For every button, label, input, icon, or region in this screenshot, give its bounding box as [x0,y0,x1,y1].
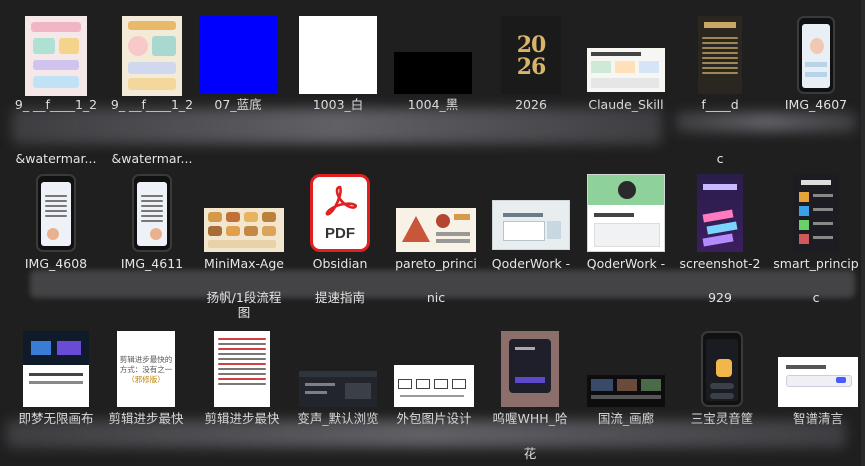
file-item[interactable]: 外包图片设计 [386,325,482,426]
thumbnail-flow [394,365,474,407]
file-item[interactable]: 1004_黑 [385,0,481,120]
file-item[interactable]: 剪辑进步最快的 方式：没有之一 （邪修版） 剪辑进步最快 [98,325,194,426]
file-explorer-icon-grid: 9_ __f____1_2 &watermar... 9_ __f____1_2… [0,0,865,466]
thumbnail-solid-white [299,16,377,94]
thumbnail-app-green [587,174,665,252]
file-item[interactable]: IMG_4608 [8,170,104,271]
thumbnail-dark-ui [299,371,377,407]
vertical-scrollbar[interactable] [861,0,865,466]
redaction-blur [6,420,846,448]
card-text-line: （邪修版） [127,375,165,384]
thumbnail-solid-blue [199,16,277,94]
file-item[interactable]: IMG_4611 [104,170,200,271]
redaction-blur [676,112,856,132]
thumbnail-dark-collage [587,375,665,407]
file-item[interactable]: 智谱清言 [770,325,865,426]
file-name: &watermar... [111,151,193,166]
file-item[interactable]: 变声_默认浏览 [290,325,386,426]
thumbnail-text-card: 剪辑进步最快的 方式：没有之一 （邪修版） [117,331,175,407]
file-name: QoderWork - [491,256,571,271]
pdf-label: PDF [325,225,355,242]
thumbnail-solid-black [394,52,472,94]
file-item[interactable]: QoderWork - [483,170,579,271]
redaction-blur [12,108,662,144]
file-name: IMG_4607 [784,97,848,112]
file-item[interactable]: f____d c [672,0,768,170]
file-item[interactable]: QoderWork - [578,170,674,271]
file-name: QoderWork - [586,256,666,271]
thumbnail-slide [587,48,665,92]
file-name: screenshot-2 [679,256,761,271]
file-name: c [716,151,724,166]
thumbnail-dark-banner [23,331,89,407]
thumbnail-photo-screen [501,331,559,407]
thumbnail-chat [778,357,858,407]
file-name: 图 [237,305,251,320]
acrobat-logo-icon [325,185,358,216]
thumbnail-app-window [492,200,570,250]
file-item[interactable]: 三宝灵音筐 [674,325,770,426]
thumbnail-phone-purple [697,174,743,252]
thumbnail-gold-2026: 2026 [501,16,561,94]
file-item[interactable]: 剪辑进步最快 [194,325,290,426]
file-name: smart_princip [773,256,859,271]
thumbnail-food-grid [204,208,284,252]
thumbnail-phone-screenshot [797,16,835,94]
file-item[interactable]: 国流_画廊 [578,325,674,426]
file-name: Obsidian [312,256,368,271]
thumbnail-smart-dark [793,174,839,252]
file-name: IMG_4611 [120,256,184,271]
file-item[interactable]: 07_蓝底 [190,0,286,120]
file-name: &watermar... [15,151,97,166]
thumbnail-infographic [122,16,182,96]
thumbnail-phone-screenshot [36,174,76,252]
thumbnail-infographic [25,16,87,96]
thumbnail-text-doc [214,331,270,407]
thumbnail-phone-screenshot [132,174,172,252]
thumbnail-poster [698,16,742,94]
thumbnail-phone-app [701,331,743,407]
file-item[interactable]: 2026 2026 [483,0,579,120]
redaction-blur [30,270,855,298]
file-name: 花 [523,446,537,461]
card-text-line: 方式：没有之一 [119,365,173,374]
file-item[interactable]: IMG_4607 [768,0,864,120]
file-item[interactable]: 即梦无限画布 [8,325,104,426]
file-item[interactable]: 1003_白 [290,0,386,120]
year-text: 2026 [516,32,547,80]
file-name: f____d [701,97,739,112]
file-item[interactable]: 9_ __f____1_2 &watermar... [8,0,104,170]
thumbnail-infographic [396,208,476,252]
file-name: MiniMax-Age [204,256,284,271]
file-item[interactable]: Claude_Skill [578,0,674,120]
file-name: IMG_4608 [24,256,88,271]
file-name: pareto_princi [395,256,477,271]
file-item[interactable]: 9_ __f____1_2 &watermar... [104,0,200,170]
card-text-line: 剪辑进步最快的 [119,355,173,364]
pdf-icon: PDF [310,174,370,252]
